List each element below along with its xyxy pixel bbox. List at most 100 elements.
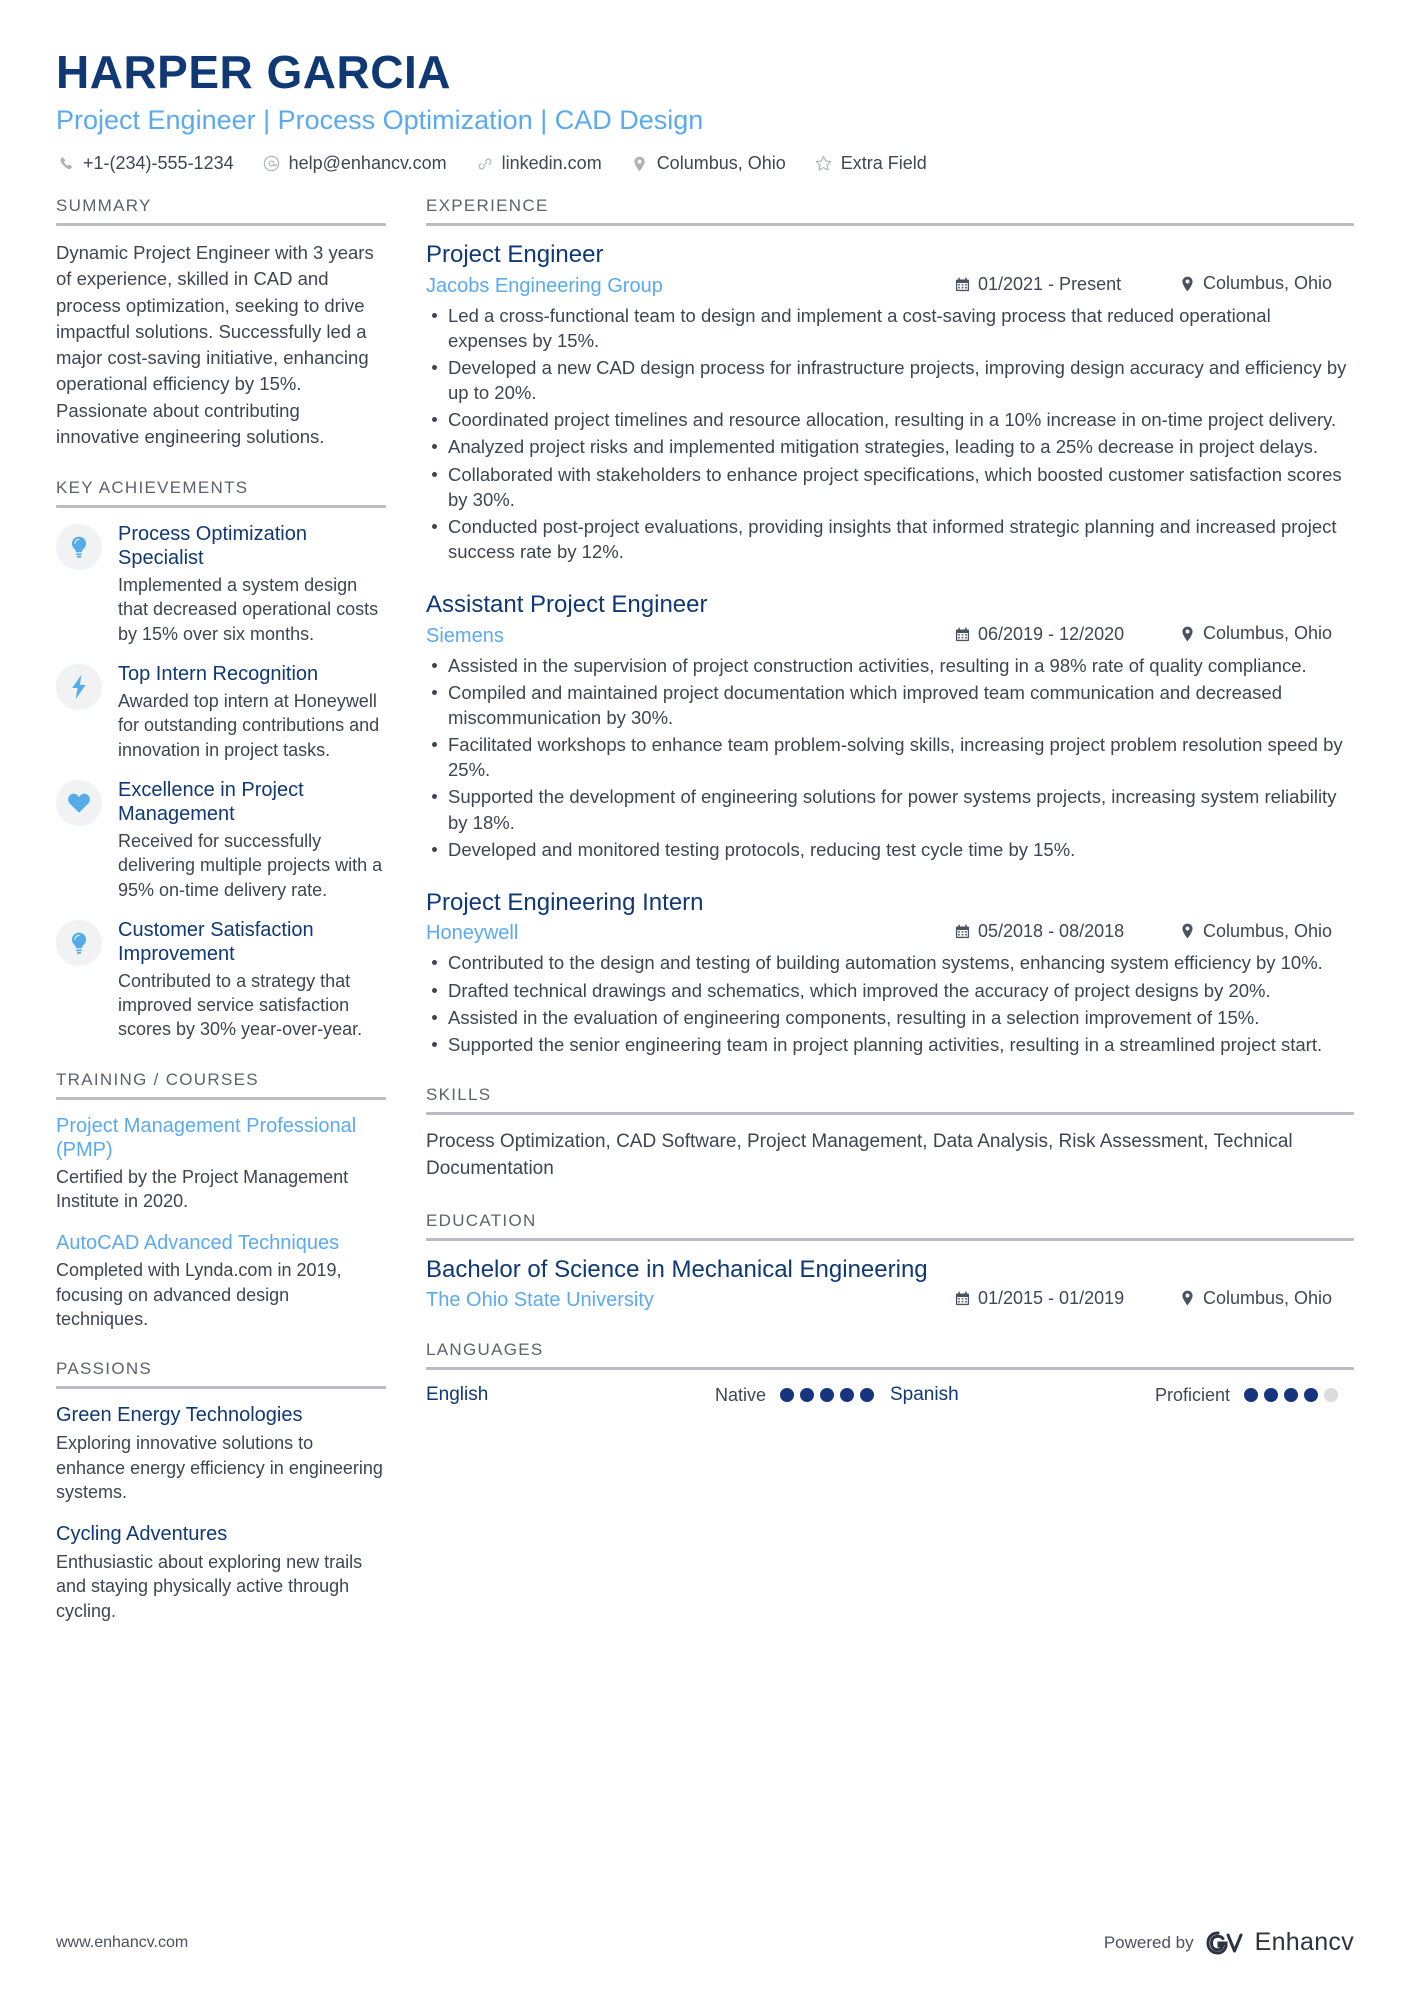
language-rating-dot: [820, 1388, 834, 1403]
passion-item: Cycling Adventures Enthusiastic about exp…: [56, 1522, 386, 1623]
contact-item-1[interactable]: help@enhancv.com: [262, 153, 447, 174]
skills-text: Process Optimization, CAD Software, Proj…: [426, 1131, 1293, 1179]
section-rule: [426, 1237, 1354, 1241]
job-bullet: Developed a new CAD design process for i…: [426, 355, 1354, 405]
enhancv-logo: Enhancv: [1206, 1928, 1354, 1957]
achievement-item: Process Optimization Specialist Implement…: [56, 522, 386, 646]
contact-row: +1-(234)-555-1234 help@enhancv.com linkedi…: [56, 153, 1354, 174]
section-heading-passions: PASSIONS: [56, 1359, 153, 1379]
language-name[interactable]: English: [426, 1384, 596, 1406]
contact-text: Columbus, Ohio: [656, 153, 786, 174]
language-rating-dot: [1264, 1388, 1278, 1403]
section-heading-languages: LANGUAGES: [426, 1340, 544, 1360]
language-rating: [780, 1388, 890, 1403]
section-experience: EXPERIENCE Project Engineer Jacobs Engine…: [426, 196, 1354, 1057]
job-location: Columbus, Ohio: [1179, 623, 1354, 644]
job-role: Assistant Project Engineer: [426, 591, 708, 619]
section-rule: [56, 1096, 386, 1100]
link-icon: [475, 154, 495, 174]
job-bullet: Analyzed project risks and implemented m…: [426, 434, 1354, 459]
language-rating-dot: [1304, 1388, 1318, 1403]
section-languages: LANGUAGES English Native Spanish Proficient: [426, 1340, 1354, 1406]
achievement-title: Customer Satisfaction Improvement: [118, 918, 314, 965]
training-title[interactable]: Project Management Professional (PMP): [56, 1114, 386, 1162]
contact-item-4[interactable]: Extra Field: [814, 153, 927, 174]
job-bullets: Contributed to the design and testing of…: [426, 950, 1354, 1057]
training-item: Project Management Professional (PMP) Cer…: [56, 1114, 386, 1214]
footer-url[interactable]: www.enhancv.com: [56, 1934, 188, 1952]
contact-item-3[interactable]: Columbus, Ohio: [630, 153, 786, 174]
achievement-title: Process Optimization Specialist: [118, 523, 307, 570]
passion-item: Green Energy Technologies Exploring innov…: [56, 1403, 386, 1504]
achievement-description: Awarded top intern at Honeywell for outs…: [118, 691, 380, 760]
training-description: Completed with Lynda.com in 2019, focusi…: [56, 1260, 342, 1329]
job-location-text: Columbus, Ohio: [1203, 920, 1333, 941]
section-heading-education: EDUCATION: [426, 1210, 537, 1230]
language-level: Native: [714, 1384, 766, 1405]
job-dates-text: 01/2021 - Present: [978, 273, 1122, 294]
achievement-body: Customer Satisfaction Improvement Contrib…: [118, 918, 386, 1042]
section-heading-training: TRAINING / COURSES: [56, 1069, 259, 1089]
contact-item-0[interactable]: +1-(234)-555-1234: [56, 153, 234, 174]
resume-footer: www.enhancv.com Powered by Enhancv: [56, 1928, 1354, 1957]
section-key-achievements: KEY ACHIEVEMENTS Process Optimization Sp…: [56, 478, 386, 1042]
achievement-body: Excellence in Project Management Received…: [118, 778, 386, 902]
experience-list: Project Engineer Jacobs Engineering Group…: [426, 240, 1354, 1057]
job-bullet: Supported the senior engineering team in…: [426, 1032, 1354, 1057]
contact-text: Extra Field: [840, 153, 927, 174]
job-bullet: Supported the development of engineering…: [426, 784, 1354, 834]
language-rating-dot: [1284, 1388, 1298, 1403]
job-role: Project Engineering Intern: [426, 888, 704, 916]
language-rating-dot: [1324, 1388, 1338, 1403]
footer-brand: Powered by Enhancv: [1104, 1928, 1354, 1957]
job-company[interactable]: Jacobs Engineering Group: [426, 275, 954, 298]
job-meta: Jacobs Engineering Group 01/2021 - Presen…: [426, 273, 1354, 298]
location-pin-icon: [630, 154, 650, 174]
job-dates-text: 06/2019 - 12/2020: [978, 623, 1125, 644]
language-item: English Native: [426, 1384, 890, 1406]
achievement-item: Excellence in Project Management Received…: [56, 778, 386, 902]
section-rule: [56, 505, 386, 509]
job-meta: Siemens 06/2019 - 12/2020 Columbus, Ohio: [426, 623, 1354, 648]
languages-list: English Native Spanish Proficient: [426, 1384, 1354, 1406]
contact-item-2[interactable]: linkedin.com: [475, 153, 602, 174]
language-name[interactable]: Spanish: [890, 1384, 1060, 1406]
language-rating: [1244, 1388, 1354, 1403]
experience-item: Project Engineering Intern Honeywell 05/20…: [426, 888, 1354, 1057]
experience-item: Assistant Project Engineer Siemens 06/2019…: [426, 590, 1354, 862]
education-degree: Bachelor of Science in Mechanical Engine…: [426, 1255, 928, 1283]
section-summary: SUMMARY Dynamic Project Engineer with 3 …: [56, 196, 386, 450]
passions-list: Green Energy Technologies Exploring innov…: [56, 1403, 386, 1623]
passion-title: Green Energy Technologies: [56, 1404, 303, 1427]
resume-page: HARPER GARCIA Project Engineer | Process…: [0, 0, 1410, 1995]
achievement-description: Received for successfully delivering mul…: [118, 830, 383, 900]
job-location: Columbus, Ohio: [1179, 273, 1354, 294]
achievement-badge: [56, 664, 102, 711]
job-bullet: Facilitated workshops to enhance team pr…: [426, 732, 1354, 782]
language-item: Spanish Proficient: [890, 1384, 1354, 1406]
section-rule: [426, 1112, 1354, 1115]
training-title[interactable]: AutoCAD Advanced Techniques: [56, 1231, 386, 1255]
education-location: Columbus, Ohio: [1179, 1288, 1354, 1309]
job-bullet: Collaborated with stakeholders to enhanc…: [426, 462, 1354, 512]
education-school[interactable]: The Ohio State University: [426, 1289, 954, 1312]
training-list: Project Management Professional (PMP) Cer…: [56, 1114, 386, 1331]
job-company[interactable]: Honeywell: [426, 922, 954, 945]
summary-text: Dynamic Project Engineer with 3 years of…: [56, 242, 374, 447]
job-dates: 01/2021 - Present: [954, 274, 1179, 295]
section-heading-summary: SUMMARY: [56, 196, 152, 216]
section-training-courses: TRAINING / COURSES Project Management Pr…: [56, 1070, 386, 1331]
experience-item: Project Engineer Jacobs Engineering Group…: [426, 240, 1354, 564]
job-bullet: Led a cross-functional team to design an…: [426, 303, 1354, 353]
education-list: Bachelor of Science in Mechanical Engine…: [426, 1255, 1354, 1313]
section-rule: [56, 223, 386, 227]
languages-row: English Native Spanish Proficient: [426, 1384, 1354, 1406]
job-company[interactable]: Siemens: [426, 625, 954, 648]
language-rating-dot: [1244, 1388, 1258, 1403]
job-bullet: Coordinated project timelines and resour…: [426, 407, 1354, 432]
achievement-badge: [56, 919, 102, 966]
job-location: Columbus, Ohio: [1179, 921, 1354, 942]
job-bullet: Contributed to the design and testing of…: [426, 950, 1354, 975]
location-pin-icon: [1179, 1290, 1196, 1307]
language-rating-dot: [840, 1388, 854, 1403]
